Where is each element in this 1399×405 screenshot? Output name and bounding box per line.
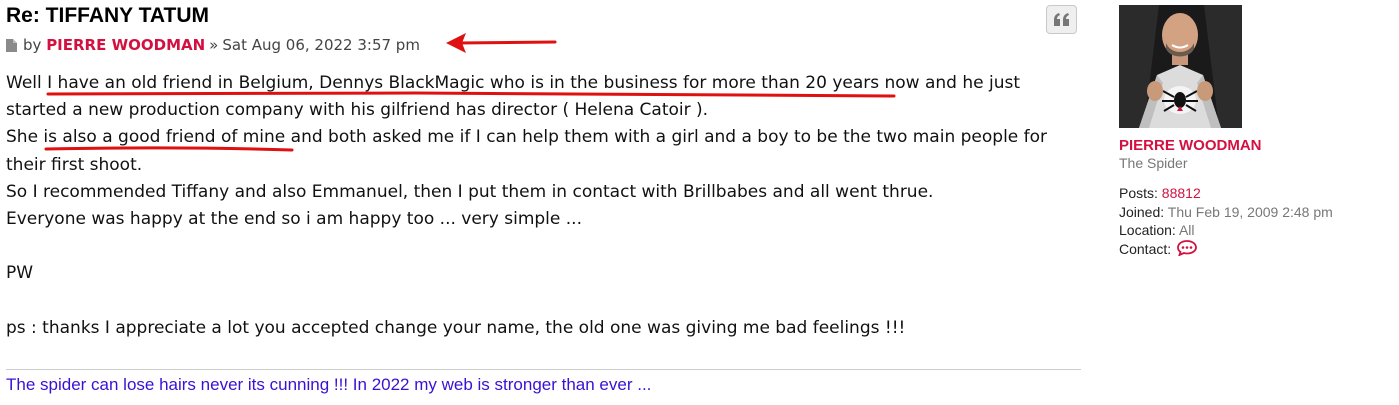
content-line: ps : thanks I appreciate a lot you accep… [6, 317, 906, 338]
signature-divider [6, 369, 1081, 370]
meta-separator: » [209, 36, 219, 54]
signature: The spider can lose hairs never its cunn… [6, 375, 652, 394]
post-author-link[interactable]: PIERRE WOODMAN [46, 36, 205, 54]
avatar[interactable] [1119, 5, 1242, 128]
post-date: Sat Aug 06, 2022 3:57 pm [222, 36, 420, 54]
content-line: started a new production company with hi… [6, 100, 709, 121]
quote-icon [1053, 12, 1069, 26]
profile-stats: Posts: 88812 Joined: Thu Feb 19, 2009 2:… [1119, 184, 1394, 260]
posts-count-link[interactable]: 88812 [1162, 185, 1201, 201]
post-meta: by PIERRE WOODMAN» Sat Aug 06, 2022 3:57 … [6, 36, 420, 54]
annotation-arrow [446, 33, 557, 53]
content-line: So I recommended Tiffany and also Emmanu… [6, 181, 934, 202]
content-line: Everyone was happy at the end so i am ha… [6, 209, 582, 230]
content-line: She is also a good friend of mine and bo… [6, 127, 1048, 148]
joined-date: Thu Feb 19, 2009 2:48 pm [1167, 203, 1333, 220]
joined-label: Joined: [1119, 203, 1165, 220]
content-line: PW [6, 263, 34, 284]
content-line: Well I have an old friend in Belgium, De… [6, 73, 1021, 93]
contact-label: Contact: [1119, 240, 1172, 257]
profile-panel: PIERRE WOODMAN The Spider Posts: 88812 J… [1119, 5, 1394, 260]
location-value: All [1178, 222, 1195, 238]
post-icon[interactable] [6, 38, 17, 52]
post-title[interactable]: Re: TIFFANY TATUM [6, 4, 209, 28]
by-label: by [23, 36, 42, 54]
content-line: their first shoot. [6, 154, 143, 175]
profile-name[interactable]: PIERRE WOODMAN [1119, 137, 1394, 154]
posts-label: Posts: [1119, 185, 1158, 201]
post-content: Well I have an old friend in Belgium, De… [6, 70, 1084, 342]
location-label: Location: [1119, 222, 1176, 238]
speech-bubble-icon[interactable] [1177, 239, 1197, 261]
profile-rank: The Spider [1119, 155, 1188, 171]
quote-button[interactable] [1046, 5, 1077, 34]
